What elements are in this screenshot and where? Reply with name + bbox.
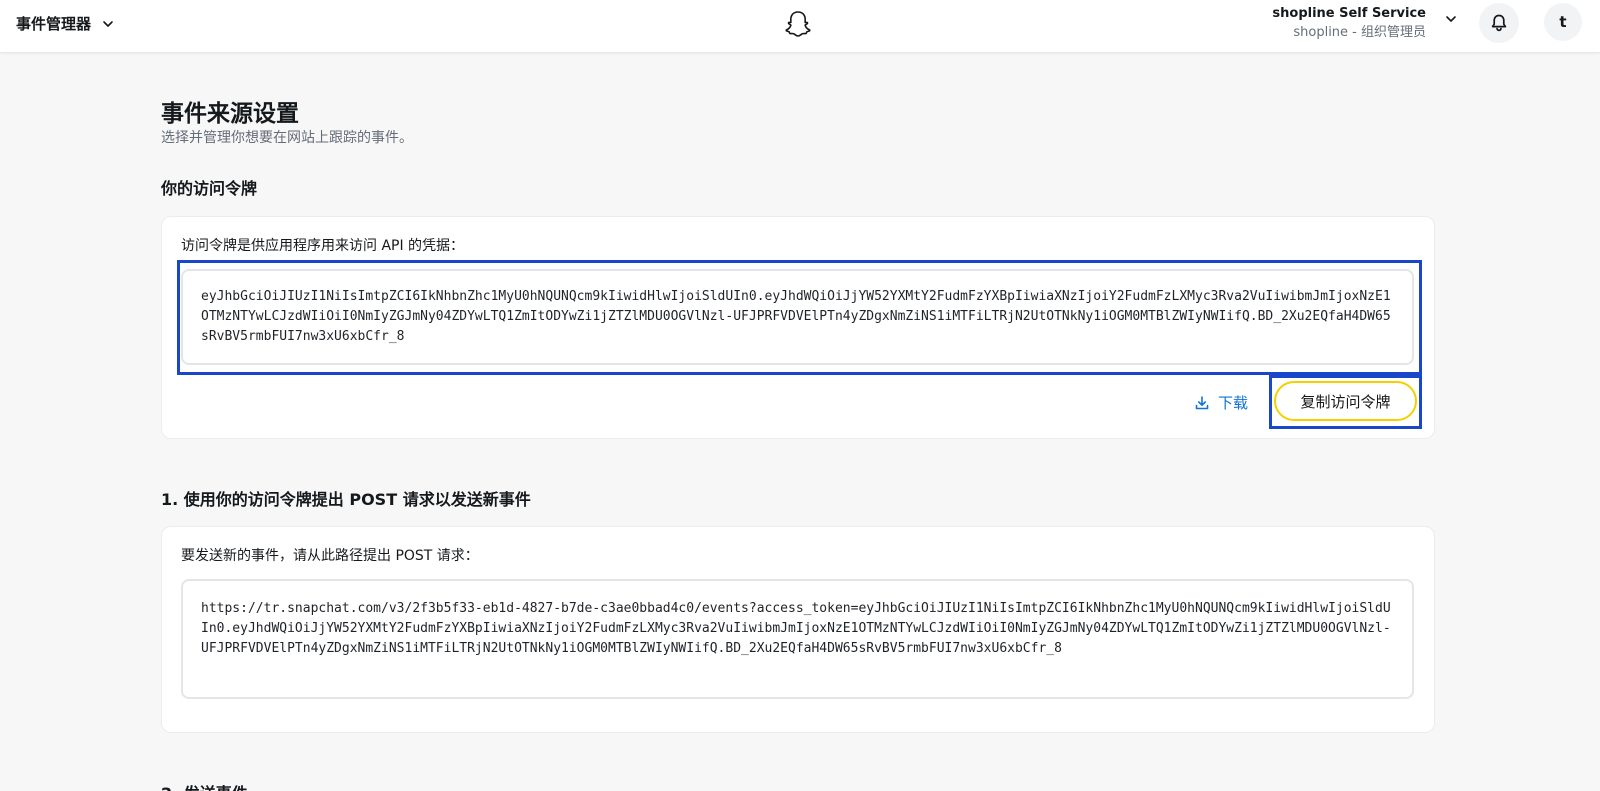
download-button[interactable]: 下载 xyxy=(1194,392,1248,413)
avatar[interactable]: t xyxy=(1544,3,1582,41)
top-bar: 事件管理器 shopline Self Service shopline - 组… xyxy=(0,0,1600,52)
copy-button-highlight xyxy=(1269,375,1422,429)
token-section-heading: 你的访问令牌 xyxy=(161,179,258,198)
chevron-down-icon xyxy=(103,20,113,27)
chevron-down-icon[interactable] xyxy=(1444,12,1458,26)
download-icon xyxy=(1195,395,1209,409)
account-role: shopline - 组织管理员 xyxy=(1293,25,1426,40)
app-switcher[interactable]: 事件管理器 xyxy=(16,13,115,34)
token-field-highlight xyxy=(177,260,1422,375)
notifications-button[interactable] xyxy=(1479,3,1519,43)
send-events-heading: 2. 发送事件 xyxy=(161,780,248,791)
account-switcher[interactable]: shopline Self Service shopline - 组织管理员 xyxy=(1272,5,1426,43)
download-label: 下载 xyxy=(1218,394,1249,412)
token-label: 访问令牌是供应用程序用来访问 API 的凭据： xyxy=(181,238,465,254)
page-title: 事件来源设置 xyxy=(161,101,299,127)
post-section-heading: 1. 使用你的访问令牌提出 POST 请求以发送新事件 xyxy=(161,490,531,509)
account-name: shopline Self Service xyxy=(1272,6,1426,21)
post-label: 要发送新的事件，请从此路径提出 POST 请求： xyxy=(181,548,479,564)
page-subtitle: 选择并管理你想要在网站上跟踪的事件。 xyxy=(161,130,413,146)
bell-icon xyxy=(1491,14,1507,32)
snapchat-ghost-icon[interactable] xyxy=(782,9,814,41)
post-url-field[interactable]: https://tr.snapchat.com/v3/2f3b5f33-eb1d… xyxy=(181,579,1414,699)
post-card: 要发送新的事件，请从此路径提出 POST 请求： https://tr.snap… xyxy=(161,526,1435,733)
app-name: 事件管理器 xyxy=(16,15,92,33)
